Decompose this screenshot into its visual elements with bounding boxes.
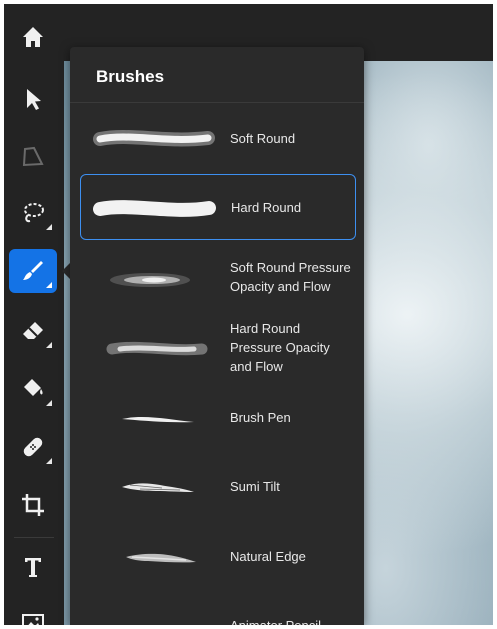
brush-stroke-preview bbox=[93, 130, 215, 147]
brush-item-sumi-tilt[interactable]: Sumi Tilt bbox=[80, 453, 356, 519]
select-tool[interactable] bbox=[9, 77, 57, 121]
brush-label: Soft Round Pressure Opacity and Flow bbox=[230, 260, 351, 294]
brushes-panel: Brushes Soft Round Hard Round Soft Round… bbox=[70, 47, 364, 625]
brush-label: Natural Edge bbox=[230, 548, 306, 564]
polygon-lasso-icon bbox=[22, 146, 44, 167]
panel-title: Brushes bbox=[96, 67, 165, 86]
brush-stroke-preview bbox=[126, 553, 196, 563]
image-icon bbox=[22, 614, 44, 625]
lasso-icon bbox=[24, 203, 44, 223]
left-toolbar bbox=[4, 61, 64, 625]
image-tool[interactable] bbox=[9, 601, 57, 625]
eraser-icon bbox=[23, 322, 43, 339]
paintbrush-icon bbox=[23, 261, 43, 280]
type-tool[interactable] bbox=[9, 545, 57, 589]
app-window: Brushes Soft Round Hard Round Soft Round… bbox=[4, 4, 493, 625]
submenu-indicator-icon bbox=[46, 400, 52, 406]
brush-label: Sumi Tilt bbox=[230, 478, 280, 494]
submenu-indicator-icon bbox=[46, 224, 52, 230]
brush-item-soft-round-pressure[interactable]: Soft Round Pressure Opacity and Flow bbox=[80, 244, 356, 310]
brush-item-animator-pencil[interactable]: Animator Pencil bbox=[80, 592, 356, 626]
brush-stroke-preview bbox=[90, 600, 220, 625]
brush-item-natural-edge[interactable]: Natural Edge bbox=[80, 523, 356, 589]
toolbar-divider bbox=[14, 537, 54, 538]
crop-icon bbox=[22, 494, 44, 516]
paint-bucket-icon bbox=[24, 379, 43, 396]
home-icon bbox=[23, 27, 43, 47]
type-icon bbox=[25, 558, 41, 577]
arrow-cursor-icon bbox=[27, 89, 41, 110]
submenu-indicator-icon bbox=[46, 458, 52, 464]
brush-label: Soft Round bbox=[230, 130, 296, 146]
bandage-icon bbox=[23, 437, 43, 457]
brush-stroke-preview bbox=[93, 200, 216, 217]
fill-tool[interactable] bbox=[9, 367, 57, 411]
brush-label: Hard Round bbox=[231, 199, 302, 215]
home-button[interactable] bbox=[17, 21, 49, 53]
brush-label: Hard Round Pressure Opacity and Flow bbox=[230, 320, 330, 374]
panel-divider bbox=[70, 102, 364, 103]
healing-tool[interactable] bbox=[9, 425, 57, 469]
eraser-tool[interactable] bbox=[9, 309, 57, 353]
brush-item-hard-round[interactable]: Hard Round bbox=[80, 174, 356, 240]
brush-stroke-preview bbox=[110, 273, 190, 287]
submenu-indicator-icon bbox=[46, 282, 52, 288]
submenu-indicator-icon bbox=[46, 342, 52, 348]
brush-label: Animator Pencil bbox=[230, 617, 322, 626]
lasso-tool[interactable] bbox=[9, 191, 57, 235]
brush-item-hard-round-pressure[interactable]: Hard Round Pressure Opacity and Flow bbox=[80, 314, 356, 380]
brush-item-brush-pen[interactable]: Brush Pen bbox=[80, 384, 356, 450]
crop-tool[interactable] bbox=[9, 483, 57, 527]
lasso-polygon-tool[interactable] bbox=[9, 135, 57, 179]
brush-stroke-preview bbox=[106, 341, 208, 356]
brush-tool[interactable] bbox=[9, 249, 57, 293]
brush-stroke-preview bbox=[122, 483, 194, 492]
brush-label: Brush Pen bbox=[230, 409, 291, 425]
brush-stroke-preview bbox=[122, 417, 194, 423]
brush-item-soft-round[interactable]: Soft Round bbox=[80, 105, 356, 171]
